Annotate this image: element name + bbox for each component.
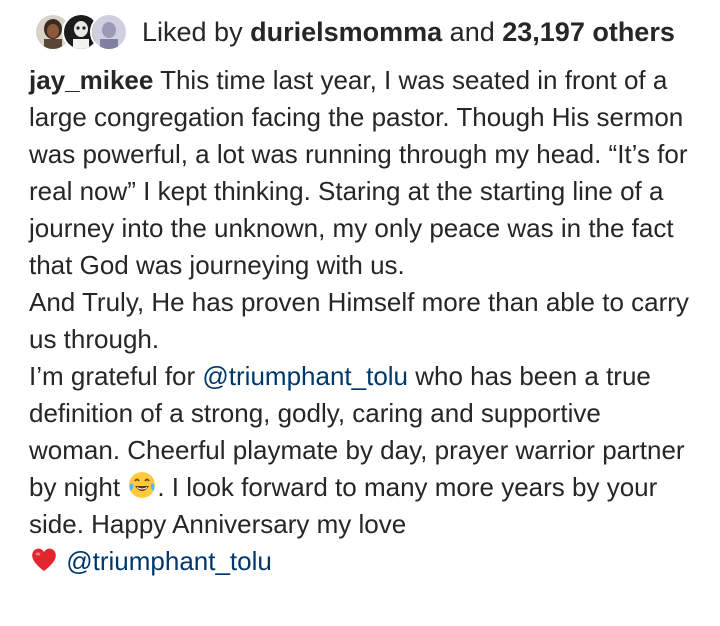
likes-middle: and: [449, 16, 495, 47]
mention-link-1[interactable]: @triumphant_tolu: [202, 361, 408, 391]
caption-text-3-end: . I look forward to many more years by y…: [29, 472, 658, 539]
liker-avatar-3[interactable]: [90, 13, 128, 51]
red-heart-emoji-icon: [29, 544, 59, 574]
tears-of-joy-emoji-icon: [127, 470, 157, 500]
mention-link-2[interactable]: @triumphant_tolu: [66, 546, 272, 576]
caption-text-3-start: I’m grateful for: [29, 361, 196, 391]
caption-paragraph-3: I’m grateful for @triumphant_tolu who ha…: [29, 358, 699, 543]
caption-username[interactable]: jay_mikee: [29, 65, 153, 95]
caption-paragraph-4: @triumphant_tolu: [29, 543, 699, 580]
post-caption: jay_mikee This time last year, I was sea…: [29, 62, 699, 580]
caption-text-1: This time last year, I was seated in fro…: [29, 65, 688, 280]
likes-count[interactable]: 23,197 others: [502, 17, 675, 47]
likes-row: Liked by durielsmomma and 23,197 others: [34, 10, 675, 54]
likes-prefix: Liked by: [142, 16, 243, 47]
caption-paragraph-1: jay_mikee This time last year, I was sea…: [29, 62, 699, 284]
liker-username[interactable]: durielsmomma: [250, 17, 442, 47]
likes-summary[interactable]: Liked by durielsmomma and 23,197 others: [142, 17, 675, 48]
liker-avatars[interactable]: [34, 13, 128, 51]
caption-paragraph-2: And Truly, He has proven Himself more th…: [29, 287, 689, 354]
